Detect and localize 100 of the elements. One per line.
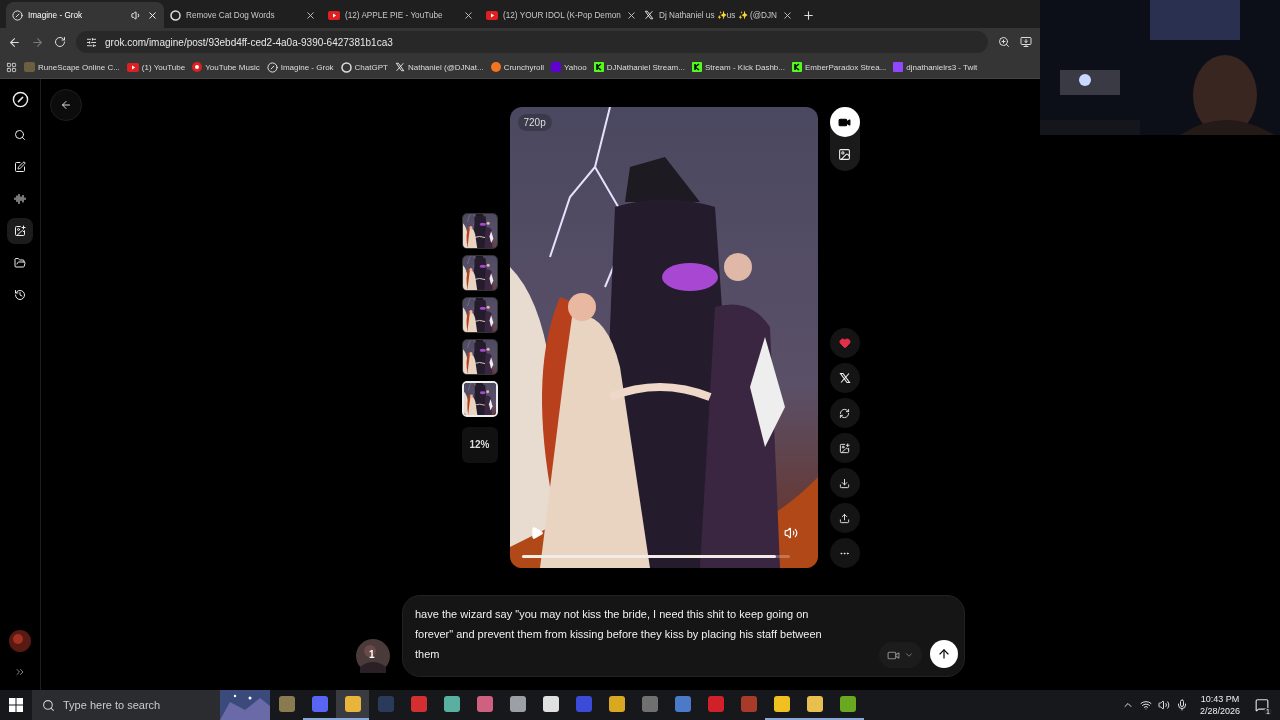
prompt-text: have the wizard say "you may not kiss the bride, I need this shit to keep going on forever" and prevent them from kissing before they kiss by placing his staff between them [415,607,823,662]
windows-logo-icon [9,698,23,712]
action-button[interactable] [829,468,860,498]
site-icon [893,62,904,72]
video-thumbnail[interactable] [461,212,498,249]
clock-time[interactable]: 10:43 PM [1200,693,1240,705]
video-thumbnail[interactable] [461,254,498,291]
logo-icon[interactable] [11,91,29,108]
close-icon[interactable] [305,9,316,21]
image-icon [838,147,851,161]
prompt-field[interactable]: have the wizard say "you may not kiss the bride, I need this shit to keep going on forever" and prevent them from kissing before they kiss by placing his staff between them [402,595,965,677]
install-icon[interactable] [1020,36,1032,48]
bookmark[interactable]: EmberParadox Strea... [804,62,887,72]
close-icon[interactable] [625,9,637,21]
bookmark[interactable]: ChatGPT [354,62,388,72]
taskbar-app[interactable] [336,690,369,720]
notification-icon [1255,698,1269,712]
image-icon [14,225,26,237]
share-icon [839,512,850,524]
bookmark[interactable]: Stream - Kick Dashb... [704,62,785,72]
refresh-icon [839,407,850,419]
action-button[interactable] [829,503,860,533]
site-icon [266,61,278,73]
action-button[interactable] [829,398,860,428]
site-icon [12,9,23,21]
address-bar[interactable]: grok.com/imagine/post/93ebd4ff-ced2-4a0a-9390-6427381b1ca3 [76,31,988,53]
play-icon[interactable] [529,526,544,540]
reload-icon[interactable] [54,36,66,48]
seek-bar[interactable] [521,555,790,558]
back-button[interactable] [50,89,82,121]
network-icon[interactable] [1139,699,1152,711]
bookmark[interactable]: YouTube Music [205,62,260,72]
browser-tab[interactable]: (12) YOUR IDOL (K-Pop Demon [480,2,638,28]
video-thumbnail[interactable] [461,338,498,375]
avatar[interactable] [9,630,31,652]
browser-tab[interactable]: Dj Nathaniel us ✨us ✨ (@DJN [638,2,796,28]
bookmark[interactable]: (1) YouTube [141,62,186,72]
browser-tab[interactable]: Remove Cat Dog Words [164,2,322,28]
site-icon [490,62,501,72]
attachment-count: 1 [369,649,375,660]
site-icon [791,62,802,72]
bookmark[interactable]: Yahoo [564,62,587,72]
send-button[interactable] [930,640,958,668]
site-icon [593,62,604,72]
bookmark[interactable]: Imagine - Grok [280,62,334,72]
site-icon [551,62,562,72]
browser-tab[interactable]: (12) APPLE PIE - YouTube [322,2,480,28]
bookmark[interactable]: djnathanielrs3 - Twit [906,62,978,72]
search-icon [14,129,26,141]
taskbar-search-field[interactable]: Type here to search [32,690,270,720]
pen-square-icon [14,161,26,173]
close-icon[interactable] [463,9,474,21]
new-tab-icon[interactable] [802,9,815,22]
site-icon [328,10,340,20]
site-icon [192,62,203,72]
back-icon[interactable] [8,35,21,49]
history-icon [14,289,26,301]
search-icon [42,698,55,712]
folder-icon [14,257,26,269]
video-mode-button[interactable] [829,107,860,137]
x-logo-icon [644,10,654,20]
url-text: grok.com/imagine/post/93ebd4ff-ced2-4a0a-9390-6427381b1ca3 [105,36,393,48]
video-thumbnail[interactable] [461,296,498,333]
download-icon [839,477,850,489]
volume-icon[interactable] [1157,699,1170,711]
back-icon [60,99,72,111]
forward-icon[interactable] [31,35,44,49]
sidebar-button[interactable] [7,218,33,244]
bookmark[interactable]: Nathaniel (@DJNat... [407,62,484,72]
site-icon [126,62,139,72]
site-settings-icon[interactable] [86,36,97,48]
site-icon [170,9,181,21]
zoom-icon[interactable] [998,36,1010,48]
x-logo-icon [394,62,405,72]
close-icon[interactable] [147,9,158,21]
audio-wave-icon [14,193,26,205]
apps-icon[interactable] [6,61,17,73]
action-button[interactable] [829,433,860,463]
clock-date[interactable]: 2/28/2026 [1199,705,1240,717]
progress-percent: 12% [461,426,498,463]
browser-tab[interactable]: Imagine - Grok [6,2,164,28]
site-icon [486,10,498,20]
bookmark[interactable]: DJNathaniel Stream... [606,62,685,72]
speaker-icon[interactable] [131,9,142,21]
microphone-icon[interactable] [1175,699,1188,711]
close-icon[interactable] [781,9,793,21]
site-icon [691,62,702,72]
action-button[interactable] [829,363,860,393]
volume-icon[interactable] [783,526,798,540]
quality-badge: 720p [517,114,552,131]
heart-icon [838,337,851,349]
bookmark[interactable]: Crunchyroll [503,62,545,72]
bookmark[interactable]: RuneScape Online C... [38,62,120,72]
site-icon [340,61,352,73]
edit-image-icon [839,442,850,454]
mode-dropdown[interactable] [879,642,922,668]
x-logo-icon [838,372,851,384]
expand-icon[interactable] [14,666,26,678]
site-icon [24,62,35,72]
attachment-thumbnail[interactable]: 1 [356,639,390,673]
